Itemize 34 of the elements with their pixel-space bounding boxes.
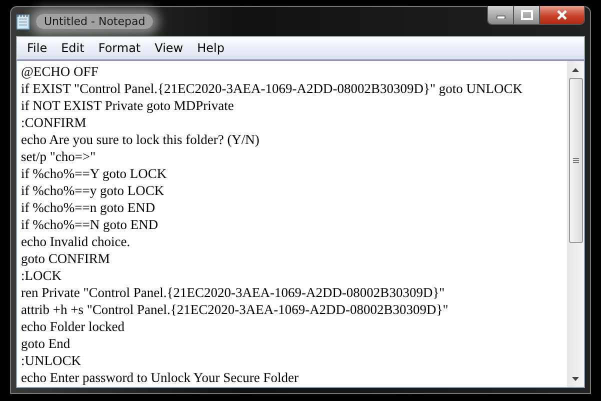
code-line: echo Are you sure to lock this folder? (Y/N) bbox=[21, 131, 260, 148]
close-button[interactable] bbox=[540, 6, 584, 24]
code-line: attrib +h +s "Control Panel.{21EC2020-3AEA-1069-A2DD-08002B30309D}" bbox=[21, 301, 450, 318]
menu-item[interactable]: File bbox=[20, 41, 54, 55]
code-line: @ECHO OFF bbox=[21, 63, 100, 80]
maximize-icon bbox=[520, 10, 532, 20]
menu-item[interactable]: Help bbox=[190, 41, 232, 55]
code-line: echo Enter password to Unlock Your Secure Folder bbox=[21, 369, 300, 386]
maximize-button[interactable] bbox=[514, 6, 540, 24]
code-line: :CONFIRM bbox=[21, 114, 88, 131]
code-line: ren Private "Control Panel.{21EC2020-3AEA-1069-A2DD-08002B30309D}" bbox=[21, 284, 446, 301]
close-icon bbox=[556, 10, 568, 20]
menu-item[interactable]: View bbox=[148, 41, 190, 55]
code-line: echo Folder locked bbox=[21, 318, 126, 335]
menu-item[interactable]: Format bbox=[91, 41, 148, 55]
code-line: goto CONFIRM bbox=[21, 250, 111, 267]
code-line: if %cho%==n goto END bbox=[21, 199, 156, 216]
code-line: if EXIST "Control Panel.{21EC2020-3AEA-1069-A2DD-08002B30309D}" goto UNLOCK bbox=[21, 80, 524, 97]
code-line: echo Invalid choice. bbox=[21, 233, 132, 250]
text-area[interactable] bbox=[16, 60, 585, 388]
notepad-icon bbox=[16, 13, 30, 30]
window-title: Untitled - Notepad bbox=[36, 14, 154, 29]
code-line: :UNLOCK bbox=[21, 352, 82, 369]
menu-item[interactable]: Edit bbox=[54, 41, 92, 55]
code-line: if %cho%==N goto END bbox=[21, 216, 160, 233]
code-line: if %cho%==y goto LOCK bbox=[21, 182, 166, 199]
minimize-button[interactable] bbox=[488, 6, 514, 24]
code-line: set/p "cho=>" bbox=[21, 148, 97, 165]
code-line: :LOCK bbox=[21, 267, 62, 284]
code-line: goto End bbox=[21, 335, 72, 352]
scroll-thumb[interactable] bbox=[568, 78, 582, 243]
code-line: if %cho%==Y goto LOCK bbox=[21, 165, 168, 182]
scrollbar[interactable] bbox=[567, 61, 584, 387]
code-line: if NOT EXIST Private goto MDPrivate bbox=[21, 97, 235, 114]
